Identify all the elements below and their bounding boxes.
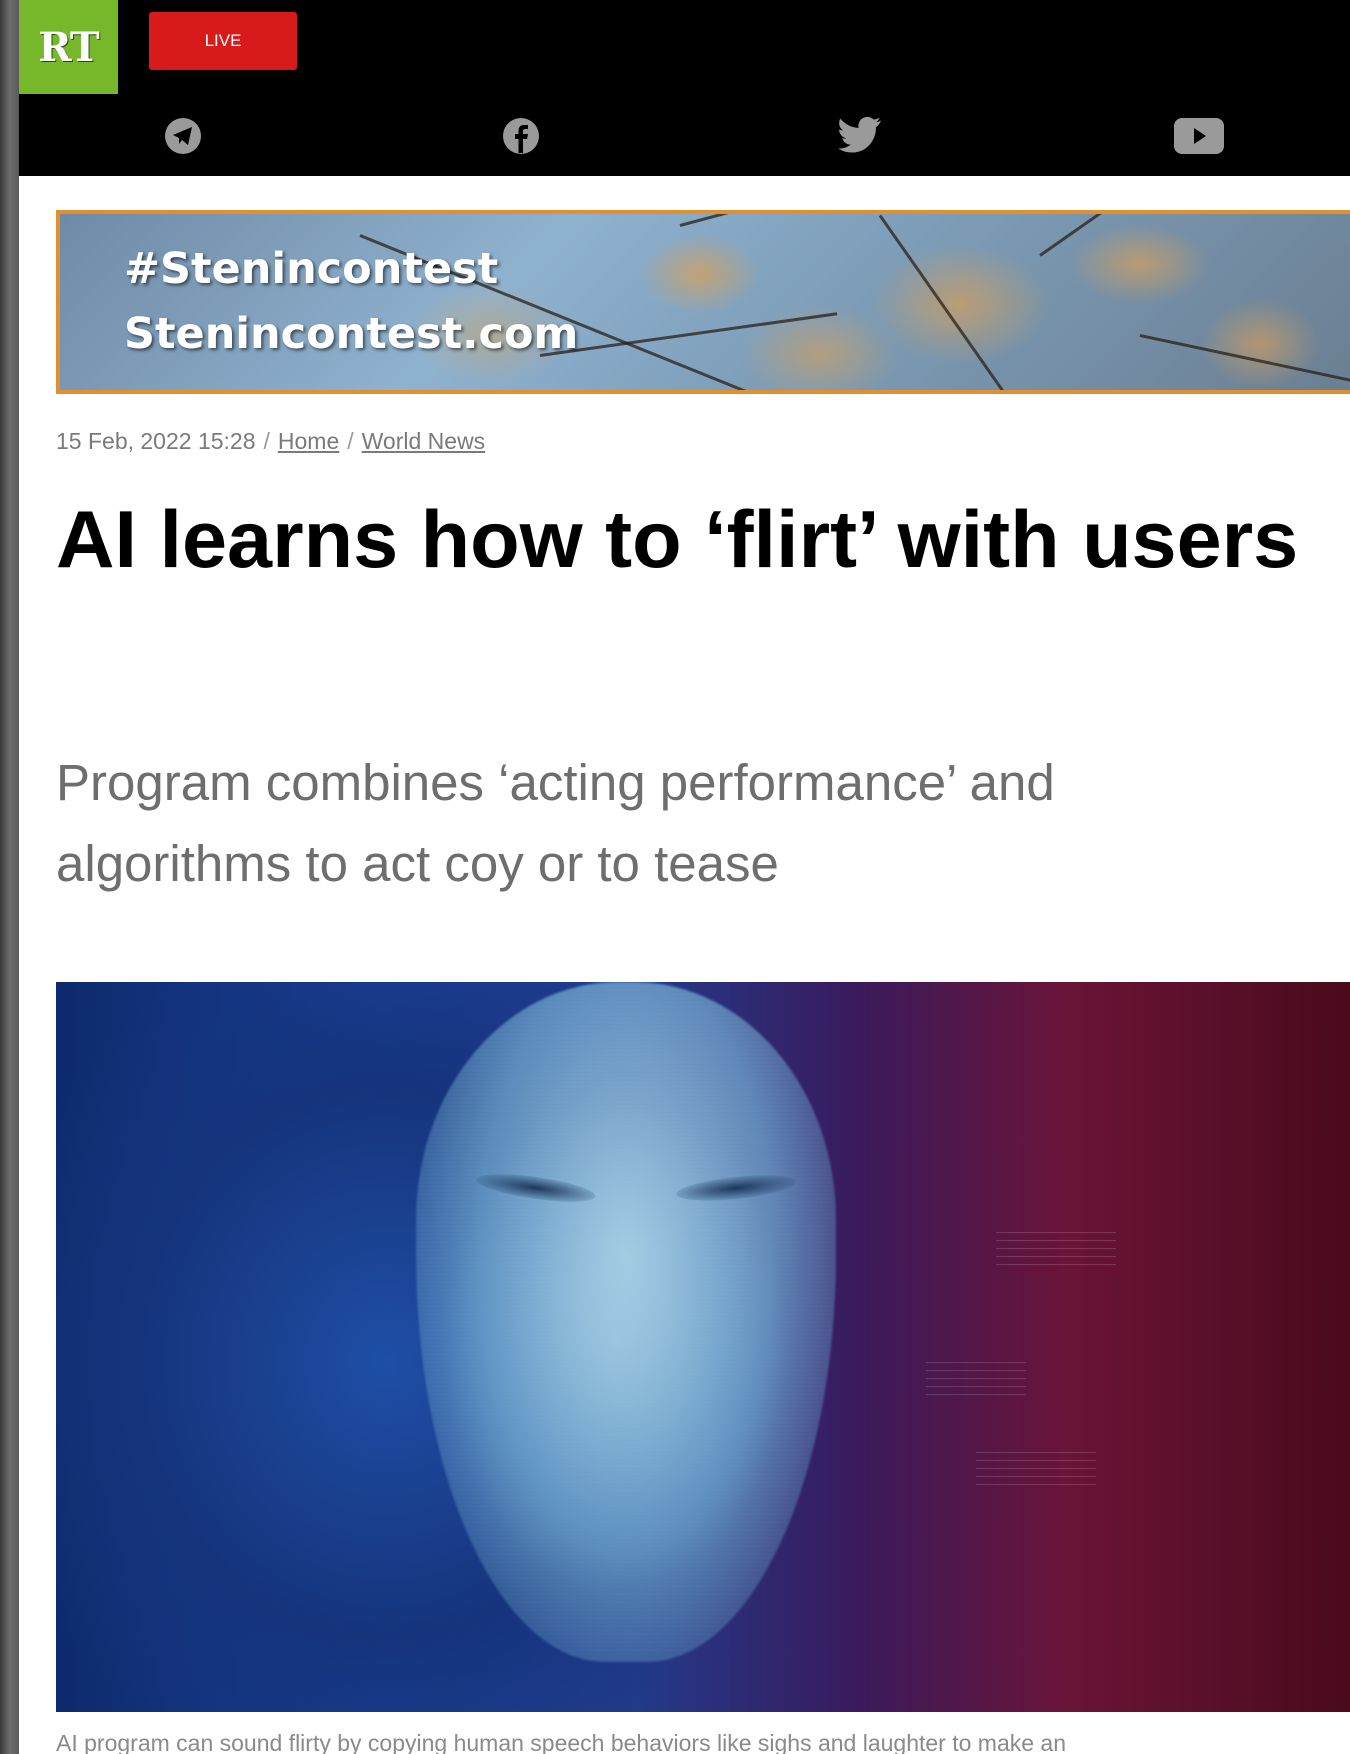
banner-branch xyxy=(1139,334,1350,383)
hero-image[interactable] xyxy=(56,982,1350,1712)
banner-url: Stenincontest.com xyxy=(124,309,579,359)
twitter-icon[interactable] xyxy=(834,110,886,162)
data-overlay xyxy=(976,1452,1096,1492)
breadcrumb-separator: / xyxy=(263,428,270,454)
publish-date: 15 Feb, 2022 15:28 xyxy=(56,428,256,454)
logo-text: RT xyxy=(38,23,99,71)
site-header: RT LIVE xyxy=(19,0,1350,176)
banner-branch xyxy=(1039,214,1303,257)
banner-branch xyxy=(878,214,1071,390)
data-overlay xyxy=(926,1362,1026,1402)
data-overlay xyxy=(996,1232,1116,1272)
banner-branch xyxy=(539,312,838,357)
article-meta: 15 Feb, 2022 15:28 / Home / World News xyxy=(56,428,485,455)
banner-branch xyxy=(679,214,1048,227)
breadcrumb-home[interactable]: Home xyxy=(278,428,339,454)
article-subheadline: Program combines ‘acting performance’ an… xyxy=(56,754,1055,892)
live-button[interactable]: LIVE xyxy=(149,12,297,70)
telegram-icon[interactable] xyxy=(157,110,209,162)
breadcrumb-separator: / xyxy=(347,428,354,454)
breadcrumb-world-news[interactable]: World News xyxy=(362,428,486,454)
image-caption: AI program can sound flirty by copying h… xyxy=(56,1730,1067,1754)
youtube-icon[interactable] xyxy=(1169,110,1229,162)
article-page: RT LIVE #Stenincontest Stenincontest.com… xyxy=(19,0,1350,1754)
rt-logo[interactable]: RT xyxy=(19,0,118,94)
banner-hashtag: #Stenincontest xyxy=(124,244,499,294)
banner-ad[interactable]: #Stenincontest Stenincontest.com xyxy=(56,210,1350,394)
digital-face xyxy=(416,982,836,1662)
article-headline: AI learns how to ‘flirt’ with users xyxy=(56,495,1299,585)
facebook-icon[interactable] xyxy=(495,110,547,162)
